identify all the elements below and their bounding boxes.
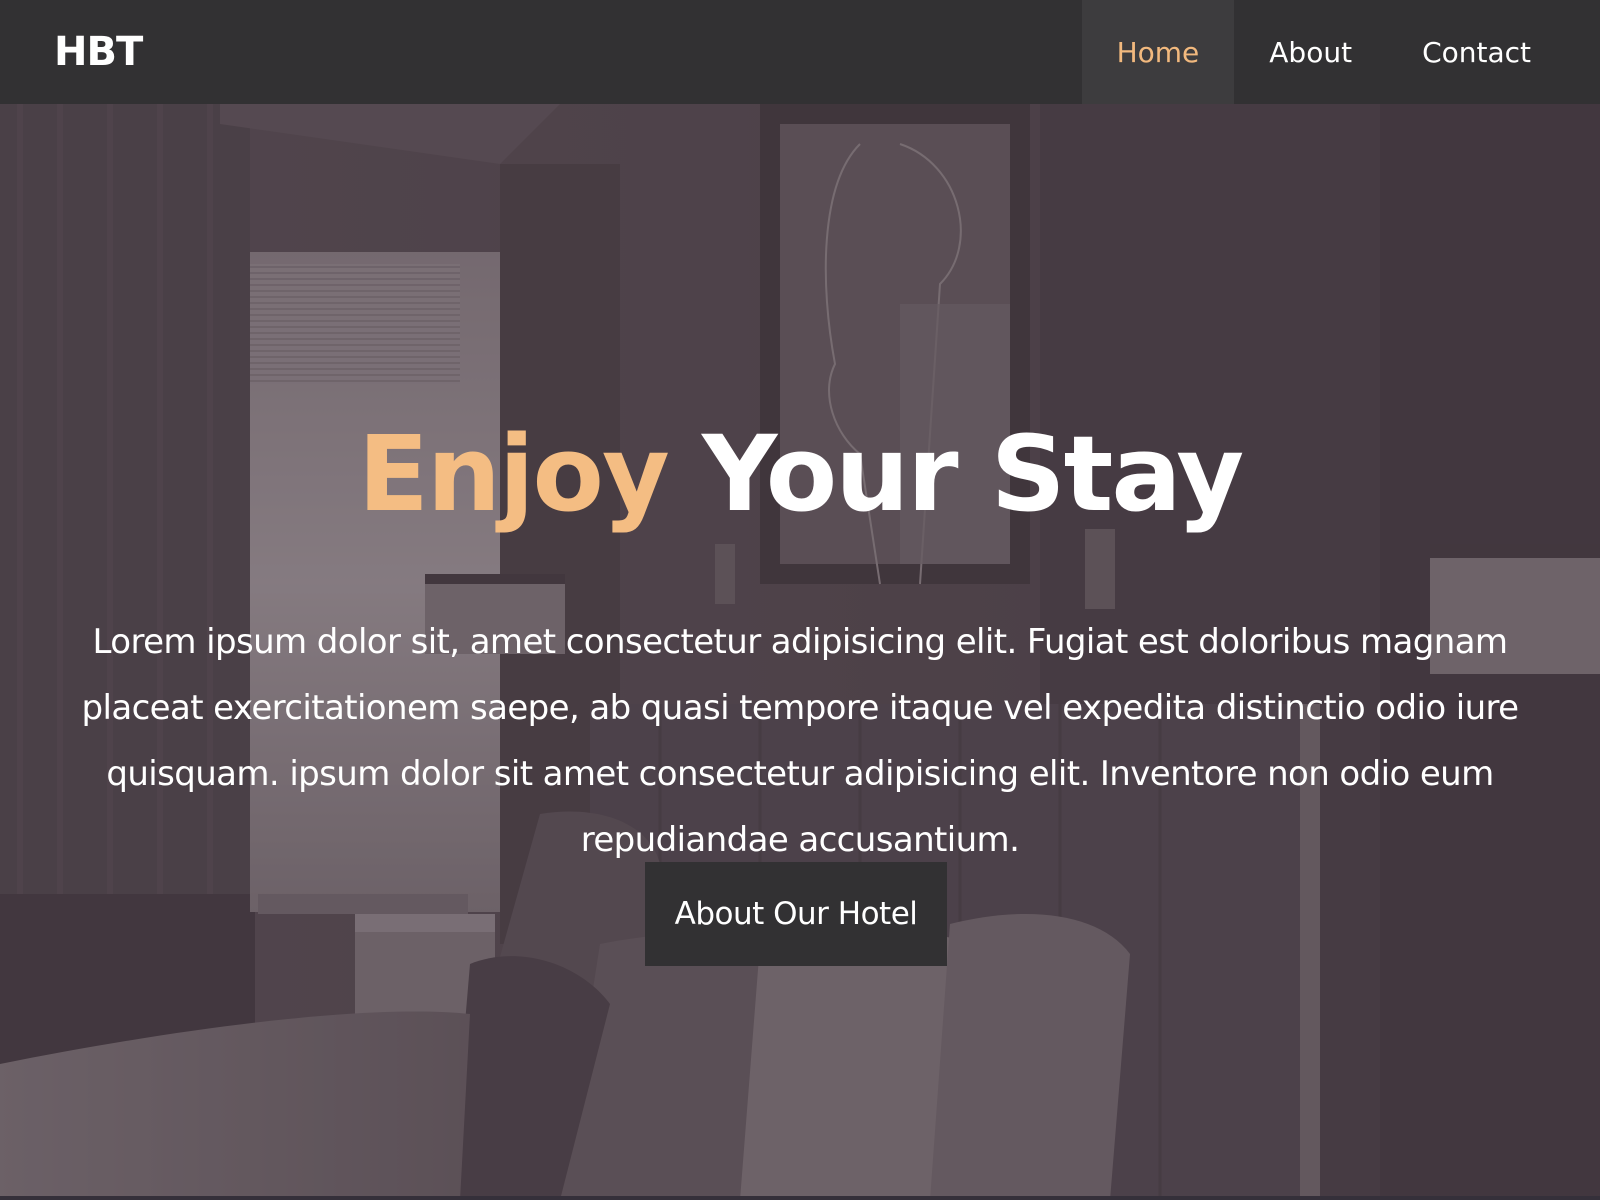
nav-link-about[interactable]: About (1234, 0, 1387, 104)
bottom-divider (0, 1196, 1600, 1200)
hero-title-accent: Enjoy (357, 413, 670, 535)
hero-title: Enjoy Your Stay (0, 404, 1600, 544)
hero-section: Enjoy Your Stay Lorem ipsum dolor sit, a… (0, 104, 1600, 1200)
hero-content: Enjoy Your Stay Lorem ipsum dolor sit, a… (0, 104, 1600, 1200)
nav-link-home[interactable]: Home (1081, 0, 1235, 104)
nav-link-contact[interactable]: Contact (1387, 0, 1566, 104)
nav-links: Home About Contact (1081, 0, 1566, 104)
navbar: HBT Home About Contact (0, 0, 1600, 104)
about-hotel-button[interactable]: About Our Hotel (645, 862, 947, 966)
site-logo[interactable]: HBT (54, 29, 143, 75)
hero-title-rest: Your Stay (702, 413, 1244, 535)
hero-description: Lorem ipsum dolor sit, amet consectetur … (81, 622, 1520, 860)
